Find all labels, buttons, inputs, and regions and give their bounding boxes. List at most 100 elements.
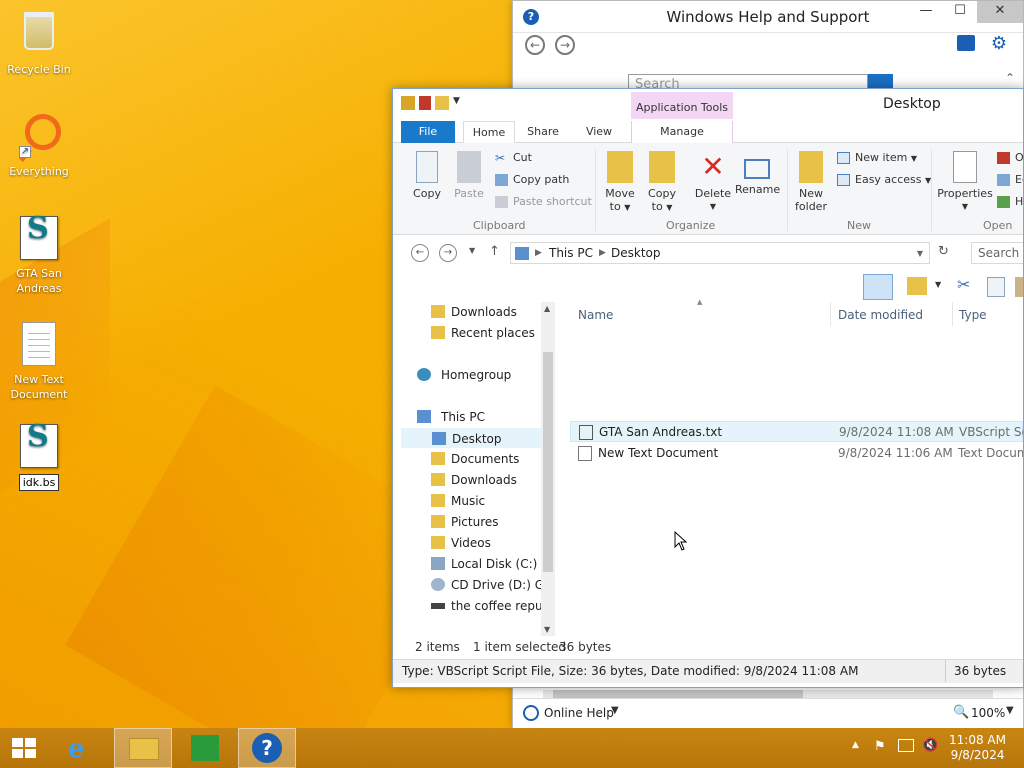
desktop-icon-new-text-document[interactable]: New Text Document xyxy=(1,322,77,402)
customize-qat-icon[interactable]: ▼ xyxy=(453,96,463,110)
new-folder-icon[interactable] xyxy=(435,96,449,110)
paste-shortcut-button[interactable]: Paste shortcut xyxy=(495,193,592,211)
scroll-down-icon[interactable]: ▼ xyxy=(544,625,550,634)
file-name: GTA San Andreas.txt xyxy=(599,425,723,439)
zoom-level[interactable]: 100% xyxy=(971,706,1005,720)
properties-button[interactable]: Properties ▼ xyxy=(937,151,993,213)
nav-item-documents[interactable]: Documents xyxy=(401,449,541,469)
print-icon[interactable] xyxy=(957,35,975,51)
rename-label: Rename xyxy=(735,183,781,196)
close-button[interactable]: ✕ xyxy=(977,1,1023,23)
music-folder-icon xyxy=(431,494,445,507)
nav-item-videos[interactable]: Videos xyxy=(401,533,541,553)
search-input[interactable]: Search De xyxy=(971,242,1023,264)
volume-muted-icon[interactable]: 🔇 xyxy=(922,738,938,753)
open-label: O xyxy=(1015,151,1024,164)
nav-item-cd-drive[interactable]: CD Drive (D:) GSP xyxy=(401,575,541,595)
paste-icon[interactable] xyxy=(1015,277,1023,297)
address-dropdown-icon[interactable]: ▼ xyxy=(917,249,923,258)
network-icon[interactable] xyxy=(898,739,914,752)
rename-input[interactable]: idk.bs xyxy=(18,474,60,491)
rename-button[interactable]: Rename xyxy=(735,151,781,196)
taskbar-internet-explorer[interactable]: e xyxy=(52,728,110,768)
chevron-down-icon[interactable]: ▼ xyxy=(611,705,619,716)
desktop-icon-gta-san-andreas[interactable]: S GTA San Andreas xyxy=(1,214,77,296)
edit-label: Ed xyxy=(1015,173,1023,186)
online-help-button[interactable]: Online Help xyxy=(544,706,614,720)
recent-locations-icon[interactable]: ▼ xyxy=(469,246,475,255)
open-icon xyxy=(997,152,1010,164)
desktop-icon-everything[interactable]: ↗ Everything xyxy=(1,112,77,179)
chevron-down-icon[interactable]: ▼ xyxy=(1006,705,1014,716)
history-button[interactable]: H xyxy=(997,193,1023,211)
copy-icon xyxy=(416,151,438,183)
properties-icon[interactable] xyxy=(419,96,431,110)
nav-item-local-disk[interactable]: Local Disk (C:) xyxy=(401,554,541,574)
back-arrow-icon[interactable]: ← xyxy=(411,244,429,262)
system-clock[interactable]: 11:08 AM 9/8/2024 xyxy=(949,733,1006,763)
delete-button[interactable]: ✕ Delete ▼ xyxy=(693,151,733,213)
paste-button[interactable]: Paste xyxy=(449,151,489,200)
easy-access-button[interactable]: Easy access ▼ xyxy=(837,171,931,189)
tab-view[interactable]: View xyxy=(577,121,621,143)
cut-button[interactable]: ✂ Cut xyxy=(495,149,532,167)
view-options-icon[interactable] xyxy=(907,277,927,295)
up-arrow-icon[interactable]: ↑ xyxy=(489,244,500,259)
taskbar-file-explorer[interactable] xyxy=(114,728,172,768)
start-button[interactable] xyxy=(0,728,58,768)
new-folder-button[interactable]: New folder xyxy=(791,151,831,213)
taskbar-store[interactable] xyxy=(176,728,234,768)
preview-pane-icon[interactable] xyxy=(863,274,893,300)
tab-home[interactable]: Home xyxy=(463,121,515,144)
nav-item-downloads-pc[interactable]: Downloads xyxy=(401,470,541,490)
scissors-icon[interactable]: ✂ xyxy=(957,275,970,294)
new-item-button[interactable]: New item ▼ xyxy=(837,149,917,167)
forward-arrow-icon[interactable]: → xyxy=(439,244,457,262)
maximize-button[interactable]: ☐ xyxy=(943,1,977,23)
back-arrow-icon[interactable]: ← xyxy=(525,35,545,55)
group-label-new: New xyxy=(847,219,871,232)
nav-item-desktop[interactable]: Desktop xyxy=(401,428,541,448)
copy-button[interactable]: Copy xyxy=(407,151,447,200)
nav-item-music[interactable]: Music xyxy=(401,491,541,511)
copy-icon[interactable] xyxy=(987,277,1005,297)
show-hidden-icons-icon[interactable]: ▲ xyxy=(852,740,859,750)
breadcrumb-separator-icon: ▶ xyxy=(599,248,606,258)
desktop-icon-recycle-bin[interactable]: Recycle Bin xyxy=(1,8,77,77)
minimize-button[interactable]: — xyxy=(909,1,943,23)
scroll-up-icon[interactable]: ⌃ xyxy=(1005,71,1015,85)
breadcrumb-this-pc[interactable]: This PC xyxy=(549,246,593,260)
gear-icon[interactable]: ⚙ xyxy=(991,33,1007,54)
table-row[interactable]: New Text Document 9/8/2024 11:06 AM Text… xyxy=(570,443,1023,464)
breadcrumb-desktop[interactable]: Desktop xyxy=(611,246,661,260)
nav-item-homegroup[interactable]: Homegroup xyxy=(401,365,541,385)
scroll-up-icon[interactable]: ▲ xyxy=(544,304,550,313)
copy-path-button[interactable]: Copy path xyxy=(495,171,569,189)
open-button[interactable]: O xyxy=(997,149,1024,167)
nav-item-network-drive[interactable]: the coffee republ xyxy=(401,596,541,616)
tab-share[interactable]: Share xyxy=(521,121,565,143)
nav-item-recent-places[interactable]: Recent places xyxy=(401,323,541,343)
horizontal-scrollbar[interactable] xyxy=(543,690,993,698)
file-date: 9/8/2024 11:08 AM xyxy=(839,425,954,439)
move-to-button[interactable]: Move to ▼ xyxy=(601,151,639,214)
nav-item-downloads[interactable]: Downloads xyxy=(401,302,541,322)
copy-to-button[interactable]: Copy to ▼ xyxy=(643,151,681,214)
chevron-down-icon[interactable]: ▼ xyxy=(935,280,941,289)
table-row[interactable]: GTA San Andreas.txt 9/8/2024 11:08 AM VB… xyxy=(570,421,1023,442)
nav-item-pictures[interactable]: Pictures xyxy=(401,512,541,532)
windows-logo-icon xyxy=(12,738,38,760)
zoom-icon[interactable]: 🔍 xyxy=(953,705,969,720)
desktop-icon-idk-bs[interactable]: S idk.bs xyxy=(1,422,77,491)
tab-manage[interactable]: Manage xyxy=(631,121,733,143)
edit-button[interactable]: Ed xyxy=(997,171,1023,189)
videos-folder-icon xyxy=(431,536,445,549)
navigation-scrollbar[interactable]: ▲ ▼ xyxy=(541,302,555,636)
tab-file[interactable]: File xyxy=(401,121,455,143)
action-center-flag-icon[interactable]: ⚑ xyxy=(874,739,886,754)
refresh-icon[interactable]: ↻ xyxy=(938,244,949,259)
nav-item-this-pc[interactable]: This PC xyxy=(401,407,541,427)
forward-arrow-icon[interactable]: → xyxy=(555,35,575,55)
address-bar[interactable]: ▶ This PC ▶ Desktop ▼ xyxy=(510,242,930,264)
taskbar-help-support[interactable]: ? xyxy=(238,728,296,768)
